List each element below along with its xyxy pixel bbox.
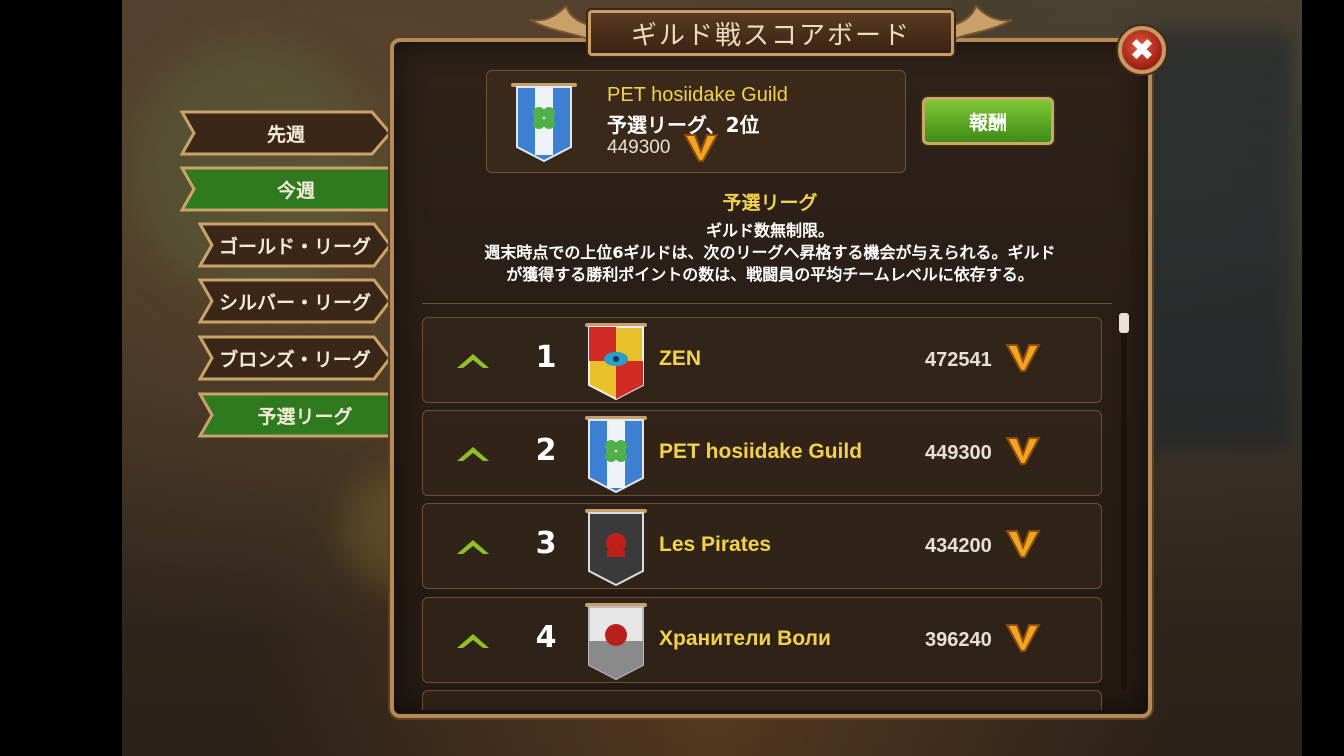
guild-name: ZEN [659,347,701,370]
rank-number: 1 [535,340,557,375]
victory-points-icon [683,134,719,162]
red-yellow-eye-banner-icon [585,323,647,401]
left-wing-ornament [529,4,595,44]
rank-up-arrow-icon [457,354,489,368]
tab-qualifying-league[interactable]: 予選リーグ [198,392,412,438]
rank-up-arrow-icon [457,447,489,461]
black-skull-banner-icon [585,509,647,587]
victory-points-icon [1005,344,1041,372]
tab-bronze-league[interactable]: ブロンズ・リーグ [198,335,392,381]
guild-score: 449300 [925,442,992,464]
guild-name: PET hosiidake Guild [659,440,863,463]
rank-up-arrow-icon [457,634,489,648]
tab-label: 今週 [276,179,315,202]
guild-score: 396240 [925,629,992,651]
scrollbar-track[interactable] [1121,316,1127,690]
league-description: ギルド数無制限。 週末時点での上位6ギルドは、次のリーグへ昇格する機会が与えられ… [484,221,1056,284]
tab-label: 先週 [266,123,305,146]
rank-number: 2 [535,433,557,468]
tab-gold-league[interactable]: ゴールド・リーグ [198,222,392,268]
ranking-row-partial[interactable] [422,690,1102,710]
guild-score: 472541 [925,349,992,371]
blue-clover-banner-icon [585,416,647,494]
rank-up-arrow-icon [457,540,489,554]
rank-number: 3 [535,526,557,561]
tab-label: ブロンズ・リーグ [219,348,371,371]
page-title: ギルド戦スコアボード [588,10,954,56]
close-icon: ✖ [1129,32,1155,68]
ranking-row[interactable]: 3 Les Pirates 434200 [422,503,1102,589]
divider [422,303,1112,304]
close-button[interactable]: ✖ [1118,26,1166,74]
guild-score: 449300 [607,137,671,158]
ranking-row[interactable]: 4 Хранители Воли 396240 [422,597,1102,683]
tab-label: シルバー・リーグ [218,291,371,314]
tab-label: 予選リーグ [257,405,353,428]
guild-name: Хранители Воли [659,627,831,650]
ranking-row[interactable]: 1 ZEN 472541 [422,317,1102,403]
victory-points-icon [1005,624,1041,652]
league-title: 予選リーグ [722,192,818,214]
ranking-row[interactable]: 2 PET hosiidake Guild 449300 [422,410,1102,496]
tab-label: ゴールド・リーグ [218,235,371,258]
tab-this-week[interactable]: 今週 [180,166,412,212]
guild-name: Les Pirates [659,533,772,556]
guild-score: 434200 [925,535,992,557]
reward-button[interactable]: 報酬 [922,97,1054,145]
tab-silver-league[interactable]: シルバー・リーグ [198,278,392,324]
scrollbar-thumb[interactable] [1119,313,1129,333]
white-beast-banner-icon [585,603,647,681]
victory-points-icon [1005,530,1041,558]
rank-number: 4 [535,620,557,655]
guild-name: PET hosiidake Guild [607,84,788,106]
blue-clover-banner-icon [511,83,577,163]
right-wing-ornament [947,4,1013,44]
tab-last-week[interactable]: 先週 [180,110,392,156]
my-guild-card: PET hosiidake Guild 予選リーグ、2位 449300 [486,70,906,173]
victory-points-icon [1005,437,1041,465]
